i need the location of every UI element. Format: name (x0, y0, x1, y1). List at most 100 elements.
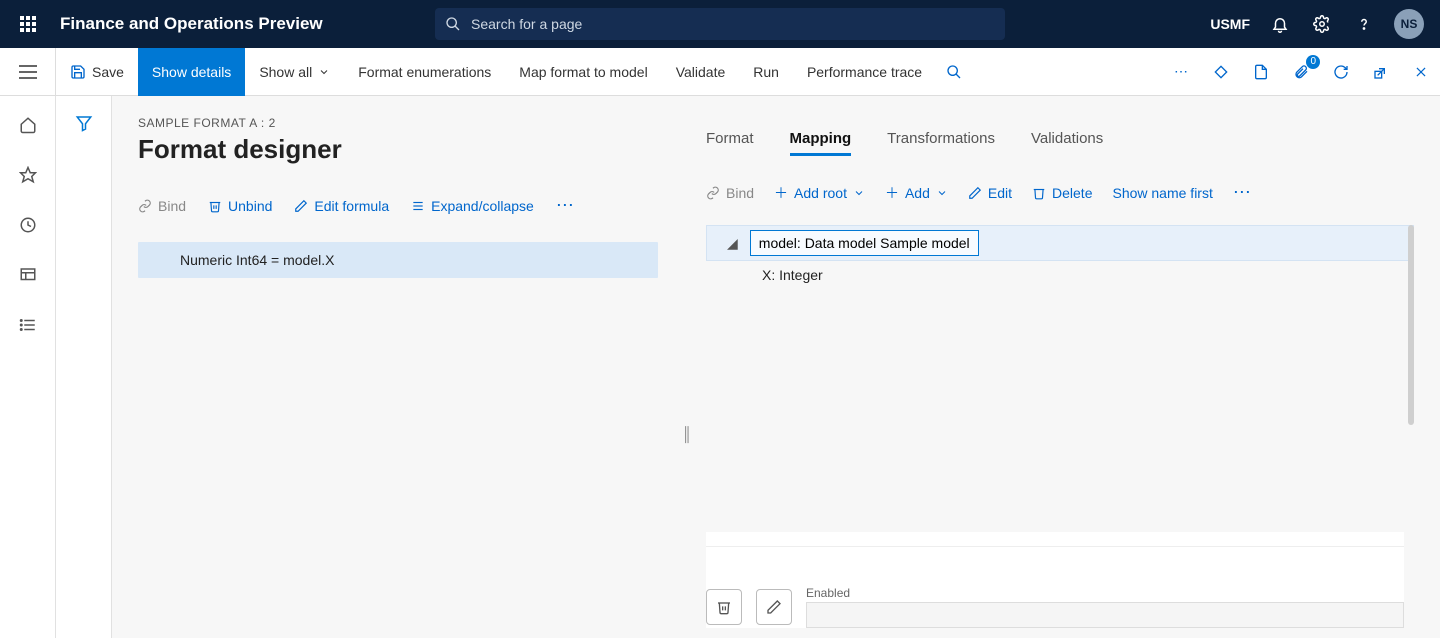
chevron-down-icon (318, 66, 330, 78)
refresh-button[interactable] (1330, 61, 1352, 83)
tab-transformations[interactable]: Transformations (887, 124, 995, 156)
tab-validations-label: Validations (1031, 130, 1103, 147)
command-search-button[interactable] (946, 64, 962, 80)
bell-icon (1271, 15, 1289, 33)
bind-button[interactable]: Bind (138, 198, 186, 214)
nav-toggle-button[interactable] (0, 48, 56, 96)
recent-button[interactable] (17, 214, 39, 236)
refresh-icon (1333, 64, 1349, 80)
app-launcher-button[interactable] (8, 0, 48, 48)
enabled-input[interactable] (806, 602, 1404, 628)
list-tree-icon (411, 199, 425, 213)
home-button[interactable] (17, 114, 39, 136)
mapping-tree-root[interactable]: ◢ model: Data model Sample model (706, 225, 1414, 261)
filter-button[interactable] (75, 114, 93, 638)
open-in-office-button[interactable] (1250, 61, 1272, 83)
mapping-tree-child[interactable]: X: Integer (706, 267, 1414, 283)
left-rail (0, 96, 56, 638)
popout-button[interactable] (1370, 61, 1392, 83)
more-commands-button[interactable]: ⋯ (1170, 61, 1192, 83)
home-icon (19, 116, 37, 134)
tab-transformations-label: Transformations (887, 130, 995, 147)
tab-validations[interactable]: Validations (1031, 124, 1103, 156)
link-icon (138, 199, 152, 213)
diamond-icon (1213, 64, 1229, 80)
tab-format-label: Format (706, 130, 754, 147)
settings-button[interactable] (1310, 12, 1334, 36)
add-root-label: Add root (794, 185, 847, 201)
unbind-button[interactable]: Unbind (208, 198, 272, 214)
expand-collapse-button[interactable]: Expand/collapse (411, 198, 534, 214)
add-button[interactable]: ＋ Add (885, 183, 948, 203)
run-button[interactable]: Run (739, 48, 793, 96)
edit-label: Edit (988, 185, 1012, 201)
format-tree-row[interactable]: Numeric Int64 = model.X (138, 242, 658, 278)
edit-button[interactable]: Edit (968, 185, 1012, 201)
user-avatar[interactable]: NS (1394, 9, 1424, 39)
search-icon (445, 16, 461, 32)
scrollbar[interactable] (1408, 225, 1414, 425)
enabled-label: Enabled (806, 586, 1404, 600)
add-root-button[interactable]: ＋ Add root (774, 183, 865, 203)
plus-icon: ＋ (774, 183, 788, 203)
edit-formula-label: Edit formula (314, 198, 389, 214)
brand-title: Finance and Operations Preview (60, 14, 323, 34)
plus-icon: ＋ (885, 183, 899, 203)
property-panel: Enabled (706, 532, 1404, 628)
delete-binding-button[interactable] (706, 589, 742, 625)
filter-icon (75, 114, 93, 132)
pencil-icon (968, 186, 982, 200)
chevron-down-icon (853, 187, 865, 199)
right-more-button[interactable]: ⋯ (1233, 182, 1253, 203)
pencil-icon (294, 199, 308, 213)
modules-button[interactable] (17, 314, 39, 336)
expand-label: Expand/collapse (431, 198, 534, 214)
company-selector[interactable]: USMF (1210, 16, 1250, 32)
tab-mapping[interactable]: Mapping (790, 124, 852, 156)
map-bind-button[interactable]: Bind (706, 185, 754, 201)
command-bar: Save Show details Show all Format enumer… (0, 48, 1440, 96)
gear-icon (1313, 15, 1331, 33)
map-bind-label: Bind (726, 185, 754, 201)
enabled-field: Enabled (806, 586, 1404, 628)
left-pane: SAMPLE FORMAT A : 2 Format designer Bind… (138, 116, 658, 638)
right-pane: Format Mapping Transformations Validatio… (706, 116, 1414, 638)
global-search[interactable] (435, 8, 1005, 40)
show-details-button[interactable]: Show details (138, 48, 245, 96)
workspaces-button[interactable] (17, 264, 39, 286)
close-button[interactable] (1410, 61, 1432, 83)
ellipsis-icon: ⋯ (1174, 63, 1188, 80)
attachments-button[interactable]: 0 (1290, 61, 1312, 83)
help-button[interactable] (1352, 12, 1376, 36)
splitter-handle[interactable]: ║ (682, 426, 692, 442)
tab-format[interactable]: Format (706, 124, 754, 156)
left-more-button[interactable]: ⋯ (556, 195, 576, 216)
related-info-button[interactable] (1210, 61, 1232, 83)
favorites-button[interactable] (17, 164, 39, 186)
bind-label: Bind (158, 198, 186, 214)
main-content: SAMPLE FORMAT A : 2 Format designer Bind… (112, 96, 1440, 638)
collapse-arrow-icon[interactable]: ◢ (727, 235, 738, 252)
right-toolbar: Bind ＋ Add root ＋ Add Edit (706, 182, 1414, 203)
mapping-root-label: model: Data model Sample model (750, 230, 979, 256)
pencil-icon (766, 599, 782, 615)
format-tree-row-label: Numeric Int64 = model.X (180, 252, 334, 268)
notifications-button[interactable] (1268, 12, 1292, 36)
popout-icon (1373, 64, 1389, 80)
save-button[interactable]: Save (56, 48, 138, 96)
edit-formula-button[interactable]: Edit formula (294, 198, 389, 214)
run-label: Run (753, 64, 779, 80)
trash-icon (1032, 186, 1046, 200)
show-details-label: Show details (152, 64, 231, 80)
format-enumerations-button[interactable]: Format enumerations (344, 48, 505, 96)
validate-button[interactable]: Validate (662, 48, 740, 96)
map-format-to-model-button[interactable]: Map format to model (505, 48, 661, 96)
show-all-label: Show all (259, 64, 312, 80)
show-all-button[interactable]: Show all (245, 48, 344, 96)
edit-binding-button[interactable] (756, 589, 792, 625)
show-name-first-button[interactable]: Show name first (1112, 185, 1212, 201)
performance-trace-button[interactable]: Performance trace (793, 48, 936, 96)
star-icon (19, 166, 37, 184)
delete-button[interactable]: Delete (1032, 185, 1092, 201)
global-search-input[interactable] (471, 16, 995, 32)
